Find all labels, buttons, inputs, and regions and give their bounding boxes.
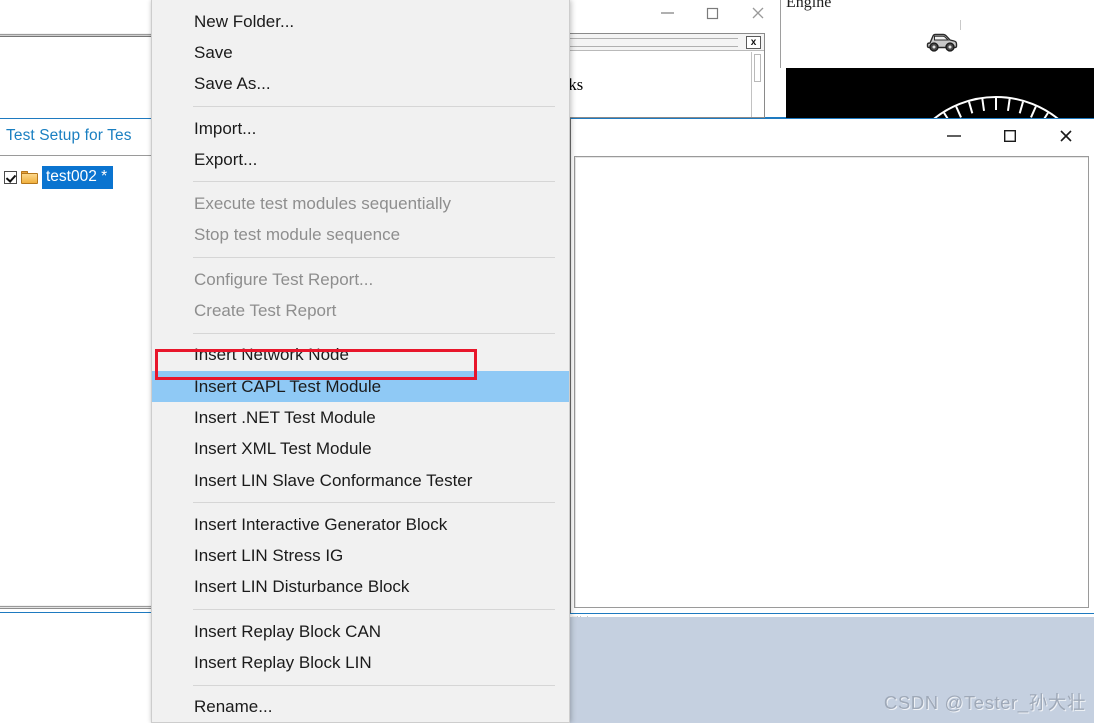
- menu-item-label: Insert .NET Test Module: [194, 407, 376, 427]
- menu-item-label: Insert Network Node: [194, 345, 349, 365]
- maximize-icon[interactable]: [982, 121, 1038, 151]
- menu-item-save[interactable]: Save: [152, 37, 569, 68]
- menu-separator: [193, 684, 555, 686]
- menu-item-execute-test-modules-sequentially: Execute test modules sequentially: [152, 188, 569, 219]
- menu-item-insert-capl-test-module[interactable]: Insert CAPL Test Module: [152, 370, 569, 403]
- menu-item-label: Create Test Report: [194, 301, 337, 321]
- menu-item-insert-lin-disturbance-block[interactable]: Insert LIN Disturbance Block: [152, 572, 569, 603]
- menu-item-insert-net-test-module[interactable]: Insert .NET Test Module: [152, 402, 569, 433]
- background-window-caption: [610, 0, 780, 26]
- foreground-window-caption: [914, 119, 1094, 153]
- foreground-window: [570, 118, 1094, 614]
- network-panel-toolbar: x: [566, 34, 764, 51]
- menu-item-insert-xml-test-module[interactable]: Insert XML Test Module: [152, 434, 569, 465]
- menu-item-insert-lin-slave-conformance-tester[interactable]: Insert LIN Slave Conformance Tester: [152, 465, 569, 496]
- menu-item-insert-interactive-generator-block[interactable]: Insert Interactive Generator Block: [152, 509, 569, 540]
- network-line-2: CAN Networks: [566, 75, 584, 94]
- tree-item-checkbox[interactable]: [4, 170, 17, 184]
- close-icon[interactable]: [1038, 121, 1094, 151]
- tree-item-label[interactable]: test002 *: [42, 165, 114, 189]
- menu-item-export[interactable]: Export...: [152, 144, 569, 175]
- speedometer-gauge: [786, 68, 1094, 118]
- menu-item-stop-test-module-sequence: Stop test module sequence: [152, 220, 569, 251]
- network-panel-scrollbar[interactable]: [751, 52, 764, 117]
- menu-item-insert-lin-stress-ig[interactable]: Insert LIN Stress IG: [152, 540, 569, 571]
- menu-item-label: Insert LIN Disturbance Block: [194, 577, 410, 597]
- menu-item-label: Insert CAPL Test Module: [194, 376, 382, 396]
- close-icon[interactable]: [735, 1, 780, 25]
- network-document-panel: x tworks CAN Networks CAN: [565, 33, 765, 118]
- menu-item-label: Insert Replay Block LIN: [194, 652, 372, 672]
- folder-icon: [21, 170, 38, 184]
- watermark-text: CSDN @Tester_孙大壮: [883, 692, 1086, 713]
- menu-item-label: Insert Replay Block CAN: [194, 621, 382, 641]
- toolbar-lines-decoration: [568, 38, 738, 47]
- engine-label: Engine: [786, 0, 832, 11]
- menu-item-label: Save As...: [194, 74, 271, 94]
- engine-panel: Engine: [780, 0, 1094, 118]
- menu-item-label: Execute test modules sequentially: [194, 194, 452, 214]
- menu-item-insert-network-node[interactable]: Insert Network Node: [152, 340, 569, 371]
- menu-separator: [193, 257, 555, 259]
- panel-close-icon[interactable]: x: [746, 36, 761, 49]
- tree-item-test002[interactable]: test002 *: [0, 165, 114, 189]
- car-icon: [926, 33, 958, 52]
- network-panel-body: tworks CAN Networks CAN: [566, 52, 750, 117]
- menu-item-label: Insert LIN Slave Conformance Tester: [194, 470, 473, 490]
- maximize-icon[interactable]: [690, 1, 735, 25]
- menu-separator: [193, 609, 555, 611]
- context-menu[interactable]: New Folder... Save Save As... Import... Expo…: [151, 0, 570, 723]
- menu-item-import[interactable]: Import...: [152, 113, 569, 144]
- menu-item-label: Save: [194, 42, 233, 62]
- menu-item-label: Stop test module sequence: [194, 225, 401, 245]
- menu-separator: [193, 181, 555, 183]
- menu-item-label: Insert LIN Stress IG: [194, 546, 344, 566]
- menu-item-insert-replay-block-lin[interactable]: Insert Replay Block LIN: [152, 647, 569, 678]
- menu-item-create-test-report: Create Test Report: [152, 295, 569, 326]
- menu-item-label: New Folder...: [194, 11, 295, 31]
- menu-item-label: Export...: [194, 149, 258, 169]
- gauge-ticks: [896, 96, 1094, 118]
- tab-label-test-setup[interactable]: Test Setup for Tes: [6, 127, 132, 145]
- network-line-1: tworks: [566, 52, 750, 74]
- foreground-window-body: [574, 156, 1089, 608]
- minimize-icon[interactable]: [645, 1, 690, 25]
- minimize-icon[interactable]: [926, 121, 982, 151]
- tick-decoration: [960, 20, 961, 30]
- menu-item-rename[interactable]: Rename...: [152, 692, 569, 722]
- menu-item-new-folder[interactable]: New Folder...: [152, 6, 569, 37]
- menu-item-label: Insert XML Test Module: [194, 439, 372, 459]
- menu-item-label: Rename...: [194, 697, 273, 717]
- menu-separator: [193, 502, 555, 504]
- menu-item-label: Configure Test Report...: [194, 269, 374, 289]
- menu-item-configure-test-report: Configure Test Report...: [152, 264, 569, 295]
- panel-divider-line: [780, 0, 781, 68]
- menu-item-insert-replay-block-can[interactable]: Insert Replay Block CAN: [152, 616, 569, 647]
- menu-item-label: Import...: [194, 118, 257, 138]
- menu-item-save-as[interactable]: Save As...: [152, 69, 569, 100]
- context-menu-list: New Folder... Save Save As... Import... Expo…: [152, 6, 569, 722]
- menu-separator: [193, 332, 555, 334]
- menu-item-label: Insert Interactive Generator Block: [194, 514, 448, 534]
- menu-separator: [193, 105, 555, 107]
- network-line-3: CAN: [566, 96, 750, 117]
